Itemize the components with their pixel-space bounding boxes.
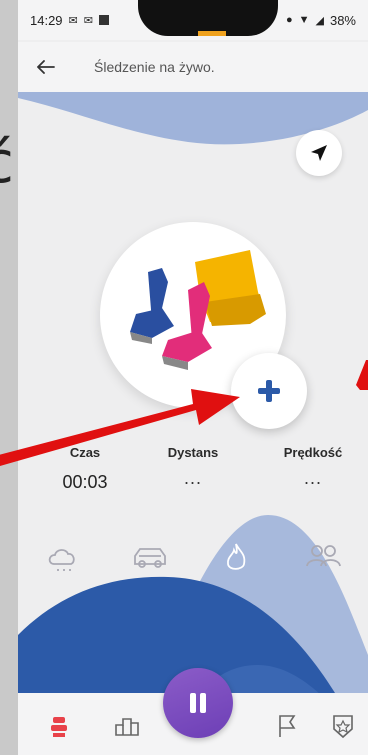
annotation-arrow-right: [356, 360, 368, 390]
annotation-arrows: [0, 360, 368, 466]
annotation-arrow-left: [0, 389, 240, 466]
